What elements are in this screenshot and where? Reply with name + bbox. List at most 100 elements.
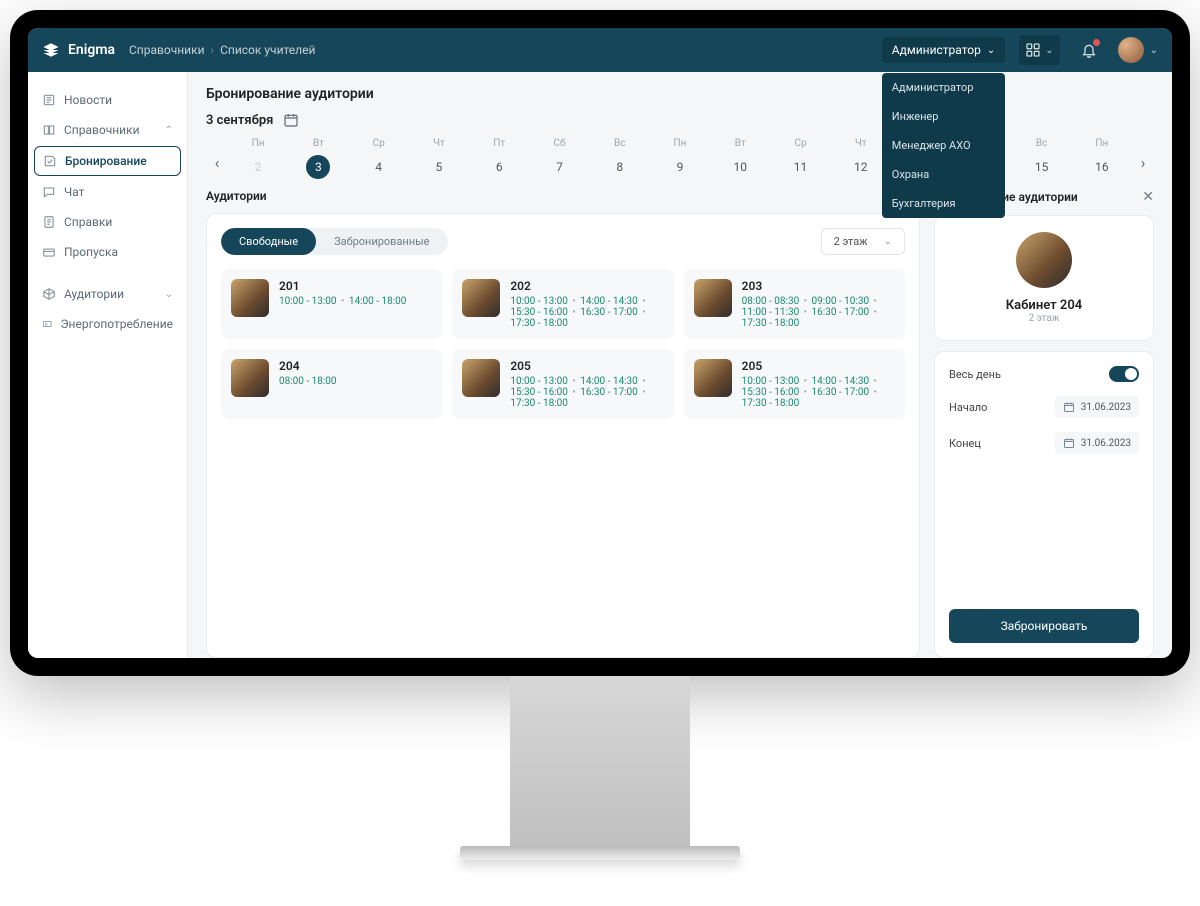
calendar-day[interactable]: Сб 7: [529, 136, 589, 189]
day-number: 6: [487, 155, 511, 179]
sidebar-item[interactable]: Аудитории⌄: [34, 280, 181, 308]
calendar-day[interactable]: Вс15: [1011, 136, 1071, 189]
start-date-value: 31.06.2023: [1081, 402, 1131, 413]
sidebar-item[interactable]: Пропуска: [34, 238, 181, 266]
role-selector[interactable]: Администратор ⌄ АдминистраторИнженерМене…: [882, 37, 1005, 63]
app-brand[interactable]: Enigma: [42, 41, 115, 59]
cal-next[interactable]: ›: [1132, 153, 1154, 172]
room-thumbnail: [694, 279, 732, 317]
room-status-tabs: Свободные Забронированные: [221, 228, 448, 255]
room-number: 202: [510, 279, 647, 293]
chevron-down-icon: ⌄: [165, 289, 173, 300]
close-icon[interactable]: ✕: [1142, 189, 1154, 205]
calendar-day[interactable]: Чт5: [409, 136, 469, 189]
sidebar-item[interactable]: Справки: [34, 208, 181, 236]
room-name: Кабинет 204: [951, 298, 1137, 313]
day-number: 4: [367, 155, 391, 179]
calendar-day[interactable]: Пн9: [650, 136, 710, 189]
calendar-day[interactable]: Пт6: [469, 136, 529, 189]
room-card[interactable]: 20210:00 - 13:00 • 14:00 - 14:30 • 15:30…: [452, 269, 673, 339]
apps-button[interactable]: ⌄: [1019, 35, 1059, 65]
sidebar-item[interactable]: Новости: [34, 86, 181, 114]
room-thumbnail: [462, 359, 500, 397]
calendar-day[interactable]: Вт3: [288, 136, 348, 189]
sidebar-item-label: Справочники: [64, 123, 140, 137]
role-option[interactable]: Менеджер АХО: [882, 131, 1005, 160]
time-slot: 10:00 - 13:00: [279, 296, 337, 307]
breadcrumb-b[interactable]: Список учителей: [220, 43, 315, 57]
start-date-input[interactable]: 31.06.2023: [1055, 396, 1139, 418]
chevron-down-icon: ⌄: [1150, 45, 1158, 56]
sidebar-item[interactable]: Бронирование: [34, 146, 181, 176]
day-number: 12: [849, 155, 873, 179]
calendar-day[interactable]: Пн2: [228, 136, 288, 189]
day-number: 9: [668, 155, 692, 179]
avatar: [1118, 37, 1144, 63]
all-day-toggle[interactable]: [1109, 366, 1139, 382]
time-slot: 16:30 - 17:00: [812, 387, 870, 398]
calendar-day[interactable]: Ср4: [349, 136, 409, 189]
sidebar-item-label: Энергопотребление: [60, 317, 173, 331]
notifications-button[interactable]: [1074, 35, 1104, 65]
selected-date: 3 сентября: [206, 113, 273, 128]
calendar-day[interactable]: Вс8: [590, 136, 650, 189]
book-button[interactable]: Забронировать: [949, 609, 1139, 643]
time-slot: 17:30 - 18:00: [742, 318, 800, 329]
tab-free[interactable]: Свободные: [221, 228, 316, 255]
day-number: 11: [789, 155, 813, 179]
day-of-week: Вт: [288, 138, 348, 149]
day-of-week: Сб: [529, 138, 589, 149]
role-option[interactable]: Инженер: [882, 102, 1005, 131]
cal-prev[interactable]: ‹: [206, 153, 228, 172]
app-name: Enigma: [68, 42, 115, 58]
end-date-input[interactable]: 31.06.2023: [1055, 432, 1139, 454]
room-number: 203: [742, 279, 879, 293]
floor-label: 2 этаж: [834, 235, 868, 248]
day-of-week: Чт: [409, 138, 469, 149]
tab-booked[interactable]: Забронированные: [316, 228, 447, 255]
room-card[interactable]: 20510:00 - 13:00 • 14:00 - 14:30 • 15:30…: [684, 349, 905, 419]
topbar: Enigma Справочники › Список учителей Адм…: [28, 28, 1172, 72]
sidebar-item-label: Пропуска: [64, 245, 118, 259]
notification-dot: [1093, 39, 1100, 46]
time-slot: 17:30 - 18:00: [742, 398, 800, 409]
role-option[interactable]: Бухгалтерия: [882, 189, 1005, 218]
breadcrumb-a[interactable]: Справочники: [129, 43, 205, 57]
page-title: Бронирование аудитории: [206, 86, 1154, 102]
room-card[interactable]: 20510:00 - 13:00 • 14:00 - 14:30 • 15:30…: [452, 349, 673, 419]
time-slot: 17:30 - 18:00: [510, 318, 568, 329]
room-card[interactable]: 20408:00 - 18:00: [221, 349, 442, 419]
room-card[interactable]: 20308:00 - 08:30 • 09:00 - 10:30 • 11:00…: [684, 269, 905, 339]
time-slot: 14:00 - 14:30: [580, 376, 638, 387]
role-option[interactable]: Охрана: [882, 160, 1005, 189]
room-slots: 10:00 - 13:00 • 14:00 - 18:00: [279, 296, 406, 307]
end-date-value: 31.06.2023: [1081, 438, 1131, 449]
sidebar-item-label: Чат: [64, 185, 84, 199]
user-menu[interactable]: ⌄: [1118, 37, 1158, 63]
room-thumbnail: [231, 359, 269, 397]
role-option[interactable]: Администратор: [882, 73, 1005, 102]
day-number: 8: [608, 155, 632, 179]
breadcrumb: Справочники › Список учителей: [129, 43, 315, 57]
role-dropdown: АдминистраторИнженерМенеджер АХООхранаБу…: [882, 73, 1005, 218]
sidebar-item[interactable]: Справочники⌃: [34, 116, 181, 144]
room-thumbnail: [462, 279, 500, 317]
day-number: 16: [1090, 155, 1114, 179]
room-card[interactable]: 20110:00 - 13:00 • 14:00 - 18:00: [221, 269, 442, 339]
breadcrumb-sep: ›: [211, 43, 215, 57]
time-slot: 15:30 - 16:00: [742, 387, 800, 398]
floor-select[interactable]: 2 этаж ⌄: [821, 228, 905, 255]
time-slot: 16:30 - 17:00: [580, 307, 638, 318]
day-number: 7: [547, 155, 571, 179]
calendar-day[interactable]: Пн16: [1072, 136, 1132, 189]
sidebar-item-label: Справки: [64, 215, 112, 229]
calendar-day[interactable]: Вт10: [710, 136, 770, 189]
sidebar-item[interactable]: Чат: [34, 178, 181, 206]
date-selector[interactable]: 3 сентября: [206, 112, 1154, 128]
room-slots: 10:00 - 13:00 • 14:00 - 14:30 • 15:30 - …: [742, 376, 879, 409]
room-thumbnail: [231, 279, 269, 317]
chevron-down-icon: ⌄: [884, 236, 892, 247]
booking-form: Весь день Начало 31.06.2023 Конец: [934, 351, 1154, 658]
calendar-day[interactable]: Ср11: [770, 136, 830, 189]
sidebar-item[interactable]: Энергопотребление: [34, 310, 181, 338]
